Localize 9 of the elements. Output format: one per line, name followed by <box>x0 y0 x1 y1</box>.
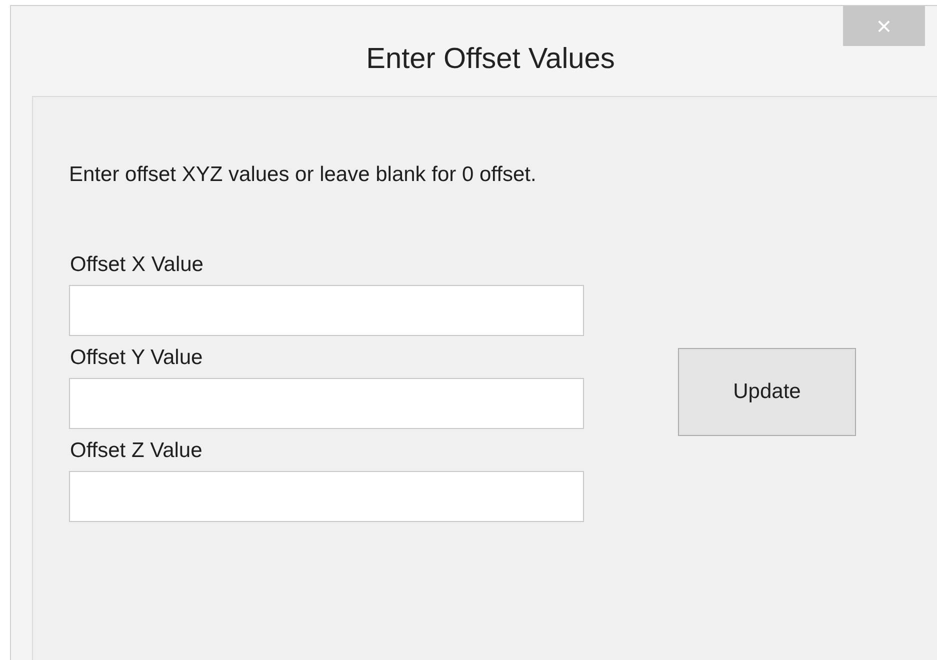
field-label: Offset Y Value <box>70 346 204 370</box>
field-label: Offset Z Value <box>70 438 204 462</box>
input-field[interactable] <box>69 378 584 428</box>
field-label: Offset X Value <box>70 252 204 276</box>
input-field[interactable] <box>69 284 584 336</box>
window-title: Enter Offset Values <box>365 42 616 77</box>
update-button[interactable]: Update <box>678 348 856 436</box>
instruction-text: Enter offset XYZ values or leave blank for 0 offset. <box>69 162 538 188</box>
input-field[interactable] <box>69 470 584 522</box>
